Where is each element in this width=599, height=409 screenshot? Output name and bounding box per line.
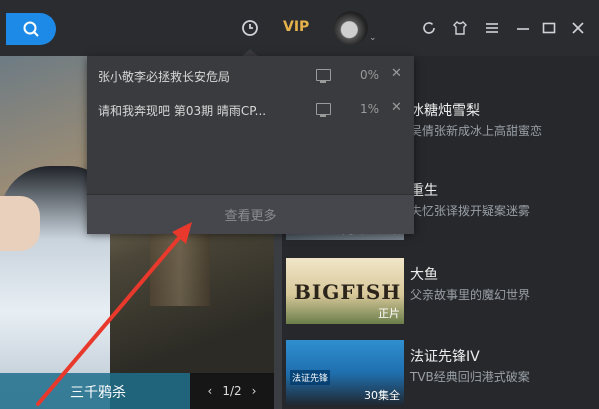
list-item-title: 法证先锋IV [410, 349, 480, 365]
next-page-button[interactable]: › [252, 384, 257, 398]
chevron-down-icon[interactable]: ⌄ [369, 33, 377, 43]
list-item[interactable]: BIGFISH 正片 大鱼 父亲故事里的魔幻世界 [286, 258, 586, 324]
list-item[interactable]: 法证先锋 30集全 法证先锋IV TVB经典回归港式破案 [286, 340, 586, 406]
banner-title: 三千鸦杀 [70, 385, 126, 401]
list-item-subtitle: TVB经典回归港式破案 [410, 370, 530, 384]
view-more-button[interactable]: 查看更多 [87, 194, 414, 234]
download-row[interactable]: 请和我奔现吧 第03期 晴雨CP... 1% ✕ [87, 92, 414, 126]
maximize-icon[interactable] [540, 19, 558, 37]
download-progress: 1% [359, 102, 379, 116]
search-button[interactable] [6, 13, 56, 45]
menu-icon[interactable] [483, 19, 501, 37]
banner-pager: ‹ 1/2 › [190, 373, 274, 409]
thumbnail-logo-text: 法证先锋 [290, 370, 331, 385]
download-title: 请和我奔现吧 第03期 晴雨CP... [98, 104, 267, 118]
list-item-subtitle: 失忆张译拨开疑案迷雾 [410, 204, 531, 218]
episode-badge: 正片 [378, 307, 400, 320]
search-icon [23, 21, 39, 37]
list-item-subtitle: 父亲故事里的魔幻世界 [410, 288, 531, 302]
list-item-thumbnail: 法证先锋 30集全 [286, 340, 404, 406]
banner-character-face [0, 196, 40, 251]
download-title: 张小敬李必拯救长安危局 [98, 70, 231, 84]
page-indicator: 1/2 [222, 384, 242, 398]
banner-caption: 三千鸦杀 [0, 373, 190, 409]
download-row[interactable]: 张小敬李必拯救长安危局 0% ✕ [87, 58, 414, 92]
list-item-title: 冰糖炖雪梨 [410, 103, 480, 119]
top-bar: VIP ⌄ [0, 0, 599, 56]
list-item-title: 大鱼 [410, 267, 438, 283]
prev-page-button[interactable]: ‹ [208, 384, 213, 398]
close-icon[interactable]: ✕ [391, 66, 402, 81]
list-item-subtitle: 吴倩张新成冰上高甜蜜恋 [410, 124, 543, 138]
history-clock-icon[interactable] [241, 19, 259, 37]
tv-icon[interactable] [316, 103, 331, 117]
popup-caret [242, 49, 258, 56]
thumbnail-logo-text: BIGFISH [294, 280, 402, 304]
close-icon[interactable]: ✕ [391, 100, 402, 115]
download-progress: 0% [359, 68, 379, 82]
close-icon[interactable] [569, 19, 587, 37]
minimize-icon[interactable] [514, 19, 532, 37]
list-item-title: 重生 [410, 183, 438, 199]
tv-icon[interactable] [316, 69, 331, 83]
episode-badge: 30集全 [364, 389, 400, 402]
vip-button[interactable]: VIP [283, 19, 309, 35]
download-popup: 张小敬李必拯救长安危局 0% ✕ 请和我奔现吧 第03期 晴雨CP... 1% … [87, 56, 414, 234]
list-item-thumbnail: BIGFISH 正片 [286, 258, 404, 324]
refresh-icon[interactable] [420, 19, 438, 37]
skin-shirt-icon[interactable] [451, 19, 469, 37]
avatar[interactable] [334, 11, 368, 45]
